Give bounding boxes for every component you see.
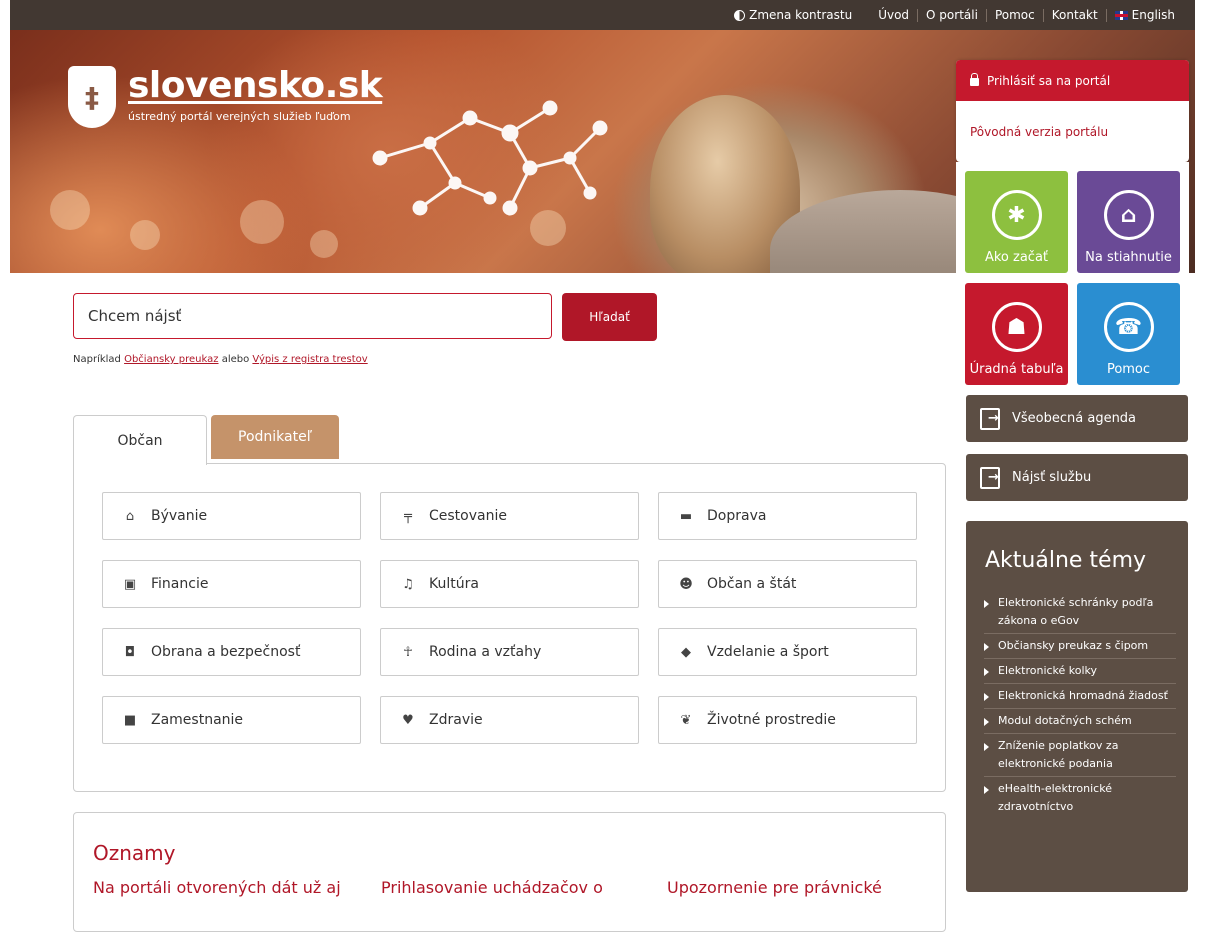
lock-icon — [970, 73, 979, 86]
category-travel[interactable]: ╤ Cestovanie — [380, 492, 639, 540]
logo-title: slovensko.sk — [128, 65, 383, 106]
category-health[interactable]: ♥ Zdravie — [380, 696, 639, 744]
example-link-criminal-record[interactable]: Výpis z registra trestov — [252, 354, 367, 365]
nav-link-help[interactable]: Pomoc — [985, 8, 1043, 22]
category-employment[interactable]: ■ Zamestnanie — [102, 696, 361, 744]
topic-item[interactable]: Modul dotačných schém — [984, 709, 1176, 734]
contrast-toggle[interactable]: Zmena kontrastu — [726, 8, 870, 22]
tile-help[interactable]: ☎ Pomoc — [1077, 283, 1180, 385]
coat-of-arms-icon: ‡ — [68, 66, 116, 128]
topic-item[interactable]: Elektronická hromadná žiadosť — [984, 684, 1176, 709]
current-topics-panel: Aktuálne témy Elektronické schránky podľ… — [966, 521, 1188, 892]
car-icon: ▬ — [679, 508, 693, 524]
logo-subtitle: ústredný portál verejných služieb ľuďom — [128, 110, 351, 123]
category-culture[interactable]: ♫ Kultúra — [380, 560, 639, 608]
phone-icon: ☎ — [1103, 302, 1154, 352]
decorative-network-graphic — [372, 100, 608, 216]
tab-citizen[interactable]: Občan — [73, 415, 207, 465]
board-person-icon: ☗ — [991, 302, 1042, 352]
document-arrow-icon — [980, 466, 1000, 489]
topic-item[interactable]: eHealth-elektronické zdravotníctvo — [984, 777, 1176, 819]
category-family[interactable]: ☥ Rodina a vzťahy — [380, 628, 639, 676]
category-education[interactable]: ◆ Vzdelanie a šport — [658, 628, 917, 676]
category-transport[interactable]: ▬ Doprava — [658, 492, 917, 540]
uk-flag-icon — [1114, 10, 1128, 20]
original-version-link[interactable]: Pôvodná verzia portálu — [956, 101, 1189, 162]
nav-link-contact[interactable]: Kontakt — [1042, 8, 1106, 22]
notice-item[interactable]: Prihlasovanie uchádzačov o — [381, 877, 641, 899]
topic-item[interactable]: Elektronické kolky — [984, 659, 1176, 684]
home-icon: ⌂ — [125, 508, 135, 524]
tile-downloads[interactable]: ⌂ Na stiahnutie — [1077, 171, 1180, 273]
contrast-icon — [734, 9, 746, 21]
notices-title: Oznamy — [93, 841, 176, 865]
tile-how-to-start[interactable]: ✱ Ako začať — [965, 171, 1068, 273]
tile-official-board[interactable]: ☗ Úradná tabuľa — [965, 283, 1068, 385]
heartbeat-icon: ♥ — [402, 712, 414, 728]
category-environment[interactable]: ❦ Životné prostredie — [658, 696, 917, 744]
search-button[interactable]: Hľadať — [562, 293, 657, 341]
lightbulb-icon: ✱ — [991, 190, 1042, 240]
child-icon: ☥ — [403, 644, 413, 660]
shield-icon: ◘ — [124, 644, 136, 660]
notice-item[interactable]: Na portáli otvorených dát už aj — [93, 877, 353, 899]
general-agenda-button[interactable]: Všeobecná agenda — [966, 395, 1188, 442]
nav-link-home[interactable]: Úvod — [870, 8, 917, 22]
graduation-cap-icon: ◆ — [681, 644, 691, 660]
find-service-button[interactable]: Nájsť službu — [966, 454, 1188, 501]
language-switch[interactable]: English — [1105, 8, 1183, 22]
topic-item[interactable]: Zníženie poplatkov za elektronické podan… — [984, 734, 1176, 777]
leaf-icon: ❦ — [680, 712, 692, 728]
top-navigation-bar: Zmena kontrastu Úvod O portáli Pomoc Kon… — [10, 0, 1195, 30]
quick-tiles: ✱ Ako začať ⌂ Na stiahnutie ☗ Úradná tab… — [956, 162, 1189, 388]
search-input[interactable] — [73, 293, 552, 339]
category-finance[interactable]: ▣ Financie — [102, 560, 361, 608]
category-citizen-state[interactable]: ☻ Občan a štát — [658, 560, 917, 608]
category-defense[interactable]: ◘ Obrana a bezpečnosť — [102, 628, 361, 676]
category-housing[interactable]: ⌂ Bývanie — [102, 492, 361, 540]
category-panel: ⌂ Bývanie ╤ Cestovanie ▬ Doprava ▣ Financie … — [73, 463, 946, 792]
money-icon: ▣ — [123, 576, 137, 592]
tab-business[interactable]: Podnikateľ — [211, 415, 339, 459]
briefcase-icon: ■ — [123, 712, 137, 728]
topics-title: Aktuálne témy — [985, 548, 1147, 573]
example-link-id-card[interactable]: Občiansky preukaz — [124, 354, 218, 365]
login-box: Prihlásiť sa na portál Pôvodná verzia po… — [956, 60, 1189, 162]
document-arrow-icon — [980, 407, 1000, 430]
topic-item[interactable]: Elektronické schránky podľa zákona o eGo… — [984, 591, 1176, 634]
topic-item[interactable]: Občiansky preukaz s čipom — [984, 634, 1176, 659]
users-icon: ☻ — [679, 576, 693, 592]
notice-item[interactable]: Upozornenie pre právnické — [667, 877, 927, 899]
search-examples: Napríklad Občiansky preukaz alebo Výpis … — [73, 354, 368, 365]
signpost-icon: ╤ — [404, 508, 412, 524]
music-icon: ♫ — [402, 576, 414, 592]
download-person-icon: ⌂ — [1103, 190, 1154, 240]
site-logo[interactable]: ‡ slovensko.sk ústredný portál verejných… — [68, 65, 383, 128]
notices-section: Oznamy Na portáli otvorených dát už aj P… — [73, 812, 946, 932]
login-button[interactable]: Prihlásiť sa na portál — [956, 60, 1189, 101]
nav-link-about[interactable]: O portáli — [917, 8, 986, 22]
